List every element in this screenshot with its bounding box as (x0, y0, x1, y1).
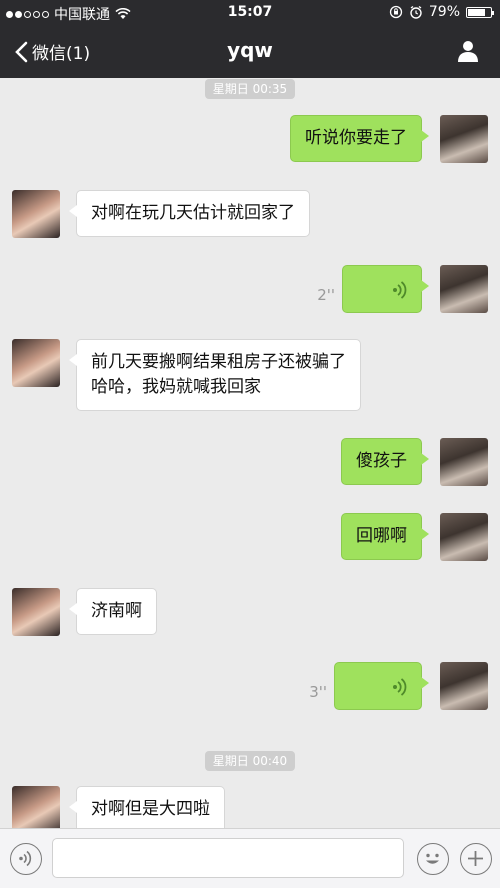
message-text: 济南啊 (91, 601, 142, 621)
input-bar (0, 828, 500, 888)
message-text: 傻孩子 (356, 451, 407, 471)
message-text: 对啊在玩几天估计就回家了 (91, 203, 295, 223)
timestamp-label: 星期日 00:35 (204, 79, 296, 99)
my-avatar[interactable] (440, 513, 488, 561)
my-avatar[interactable] (440, 115, 488, 163)
add-icon (468, 851, 483, 866)
profile-icon (458, 41, 478, 62)
message-bubble[interactable]: 傻孩子 (341, 438, 429, 485)
message-text: 对啊但是大四啦 (91, 799, 210, 819)
message-input[interactable] (52, 838, 404, 878)
rotation-lock-icon (389, 5, 403, 19)
timestamp: 星期日 00:40 (0, 750, 500, 771)
message-text-line: 前几天要搬啊结果租房子还被骗了 (91, 352, 346, 372)
message-text-line: 哈哈，我妈就喊我回家 (91, 377, 261, 397)
message-bubble[interactable]: 回哪啊 (341, 513, 429, 560)
my-avatar[interactable] (440, 438, 488, 486)
status-bar: 中国联通 15:07 79% (0, 0, 500, 26)
voice-duration: 3'' (309, 683, 327, 701)
my-avatar[interactable] (440, 662, 488, 710)
nav-bar: 微信(1) yqw (0, 26, 500, 78)
message-row: 3'' (0, 662, 500, 714)
message-row: 2'' (0, 265, 500, 317)
voice-duration: 2'' (317, 286, 335, 304)
message-row: 对啊但是大四啦 (0, 786, 500, 828)
message-bubble[interactable]: 听说你要走了 (290, 115, 429, 162)
emoji-button[interactable] (417, 843, 449, 875)
add-button[interactable] (460, 843, 492, 875)
message-row: 听说你要走了 (0, 115, 500, 167)
message-bubble[interactable]: 对啊在玩几天估计就回家了 (69, 190, 310, 237)
voice-toggle-icon (19, 850, 32, 867)
voice-wave-icon (393, 678, 407, 696)
contact-avatar[interactable] (12, 786, 60, 828)
message-bubble[interactable]: 前几天要搬啊结果租房子还被骗了 哈哈，我妈就喊我回家 (69, 339, 361, 411)
voice-message-bubble[interactable] (342, 265, 429, 313)
contact-avatar[interactable] (12, 339, 60, 387)
timestamp-label: 星期日 00:40 (204, 751, 296, 771)
message-row: 傻孩子 (0, 438, 500, 490)
contact-avatar[interactable] (12, 190, 60, 238)
battery-icon (466, 6, 494, 18)
timestamp: 星期日 00:35 (0, 78, 500, 99)
message-bubble[interactable]: 济南啊 (69, 588, 157, 635)
message-row: 济南啊 (0, 588, 500, 640)
chat-title: yqw (227, 38, 273, 62)
voice-toggle-button[interactable] (10, 843, 42, 875)
message-row: 回哪啊 (0, 513, 500, 565)
voice-wave-icon (393, 281, 407, 299)
battery-percent: 79% (428, 4, 460, 20)
message-row: 对啊在玩几天估计就回家了 (0, 190, 500, 242)
alarm-icon (410, 5, 422, 19)
message-row: 前几天要搬啊结果租房子还被骗了 哈哈，我妈就喊我回家 (0, 339, 500, 414)
my-avatar[interactable] (440, 265, 488, 313)
emoji-icon (426, 853, 439, 864)
message-bubble[interactable]: 对啊但是大四啦 (69, 786, 225, 828)
contact-avatar[interactable] (12, 588, 60, 636)
profile-button[interactable] (456, 39, 480, 67)
message-text: 回哪啊 (356, 526, 407, 546)
message-text: 听说你要走了 (305, 128, 407, 148)
voice-message-bubble[interactable] (334, 662, 429, 710)
chat-area[interactable]: 星期日 00:35 听说你要走了 对啊在玩几天估计就回家了 2'' 前几天要搬啊… (0, 78, 500, 828)
status-right: 79% (389, 4, 494, 20)
